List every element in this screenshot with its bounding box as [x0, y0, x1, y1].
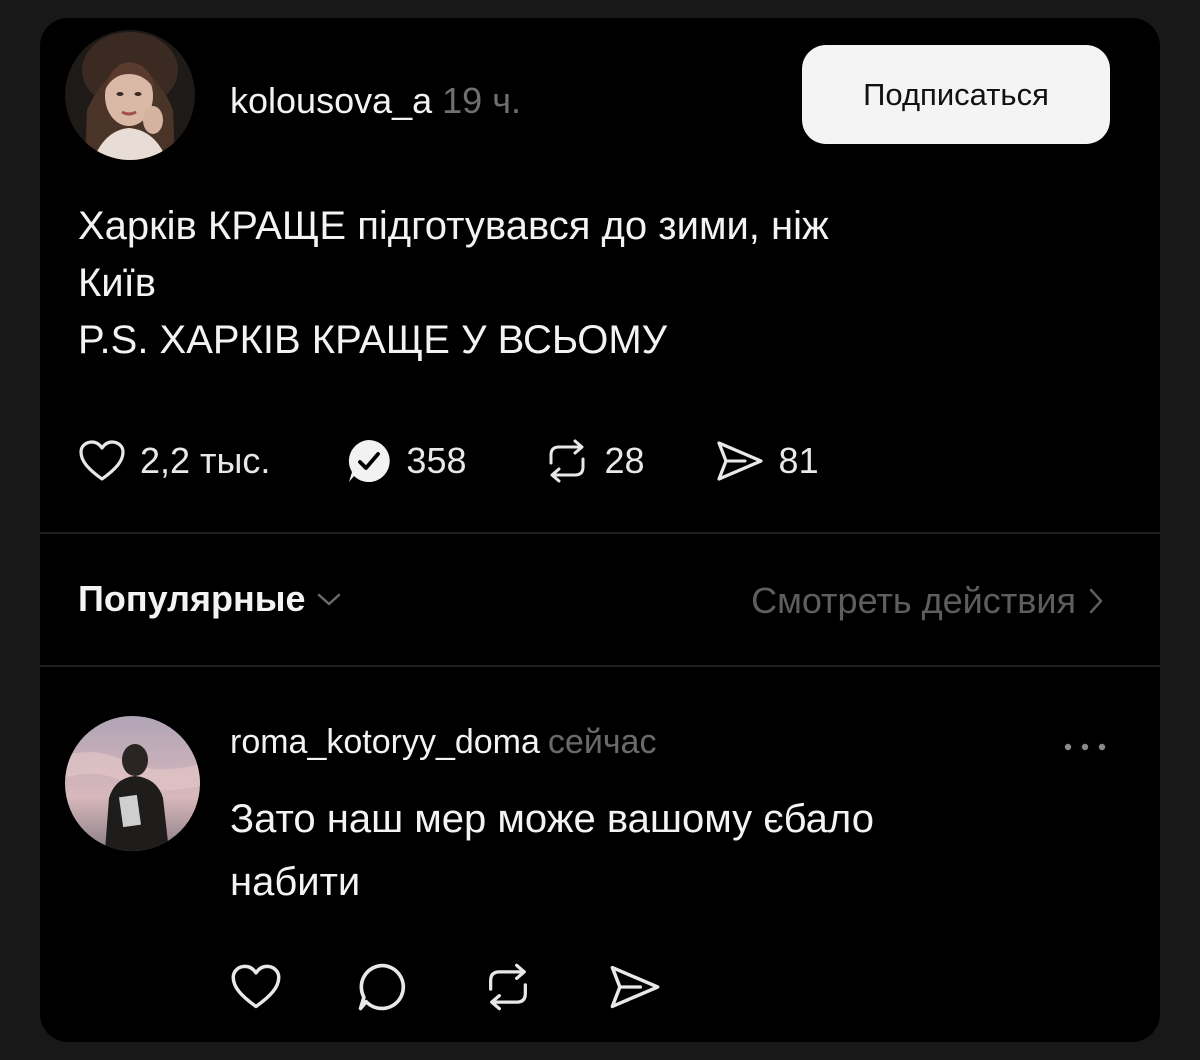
reply-actions — [230, 961, 736, 1018]
sort-label: Популярные — [78, 578, 306, 619]
author-username[interactable]: kolousova_a — [230, 80, 432, 121]
repost-icon — [489, 963, 527, 1011]
like-count: 2,2 тыс. — [140, 440, 271, 481]
reply-text-line: набити — [230, 860, 361, 904]
view-activity-link[interactable]: Смотреть действия — [751, 580, 1104, 622]
reply-text: Зато наш мер може вашому єбало набити — [230, 788, 1110, 914]
post-card: kolousova_a 19 ч. Подписаться Харків КРАЩ… — [40, 18, 1160, 1042]
share-icon — [716, 441, 763, 481]
reply-check-icon — [349, 440, 391, 482]
follow-button[interactable]: Подписаться — [802, 45, 1110, 144]
post-text-line: Київ — [78, 261, 157, 305]
reply-text-line: Зато наш мер може вашому єбало — [230, 797, 874, 841]
chevron-right-icon — [1089, 588, 1103, 614]
heart-icon — [231, 964, 281, 1009]
repost-icon — [549, 439, 584, 483]
reply-username[interactable]: roma_kotoryy_doma — [230, 723, 540, 761]
reply-count: 358 — [406, 440, 467, 481]
repost-count: 28 — [604, 440, 645, 481]
more-options[interactable] — [1060, 740, 1110, 758]
share-action[interactable]: 81 — [715, 439, 819, 483]
post-time: 19 ч. — [442, 80, 521, 121]
like-action[interactable]: 2,2 тыс. — [78, 439, 270, 483]
repost-action[interactable]: 28 — [543, 439, 645, 483]
heart-icon — [79, 440, 125, 481]
post-text-line: Харків КРАЩЕ підготувався до зими, ніж — [78, 204, 829, 248]
post-text-line: P.S. ХАРКІВ КРАЩЕ У ВСЬОМУ — [78, 318, 668, 362]
post-actions: 2,2 тыс. 358 28 81 — [78, 436, 819, 486]
more-icon — [1064, 743, 1106, 751]
share-count: 81 — [778, 440, 819, 481]
reply-author-line: roma_kotoryy_doma сейчас — [230, 723, 656, 762]
reply-share-button[interactable] — [608, 963, 662, 1016]
share-icon — [610, 965, 660, 1009]
reply-action[interactable]: 358 — [346, 438, 467, 484]
divider — [40, 532, 1160, 534]
reply-author-avatar[interactable] — [65, 716, 200, 851]
divider — [40, 665, 1160, 667]
sort-dropdown[interactable]: Популярные — [78, 578, 342, 620]
author-line: kolousova_a 19 ч. — [230, 80, 521, 122]
post-text: Харків КРАЩЕ підготувався до зими, ніж К… — [78, 198, 1118, 369]
chevron-down-icon — [317, 593, 340, 606]
author-avatar[interactable] — [65, 30, 195, 160]
reply-time: сейчас — [547, 723, 657, 761]
reply-comment-button[interactable] — [356, 961, 408, 1018]
comment-icon — [358, 963, 406, 1011]
view-activity-label: Смотреть действия — [751, 580, 1076, 621]
reply-like-button[interactable] — [230, 963, 282, 1016]
reply-repost-button[interactable] — [482, 963, 534, 1016]
